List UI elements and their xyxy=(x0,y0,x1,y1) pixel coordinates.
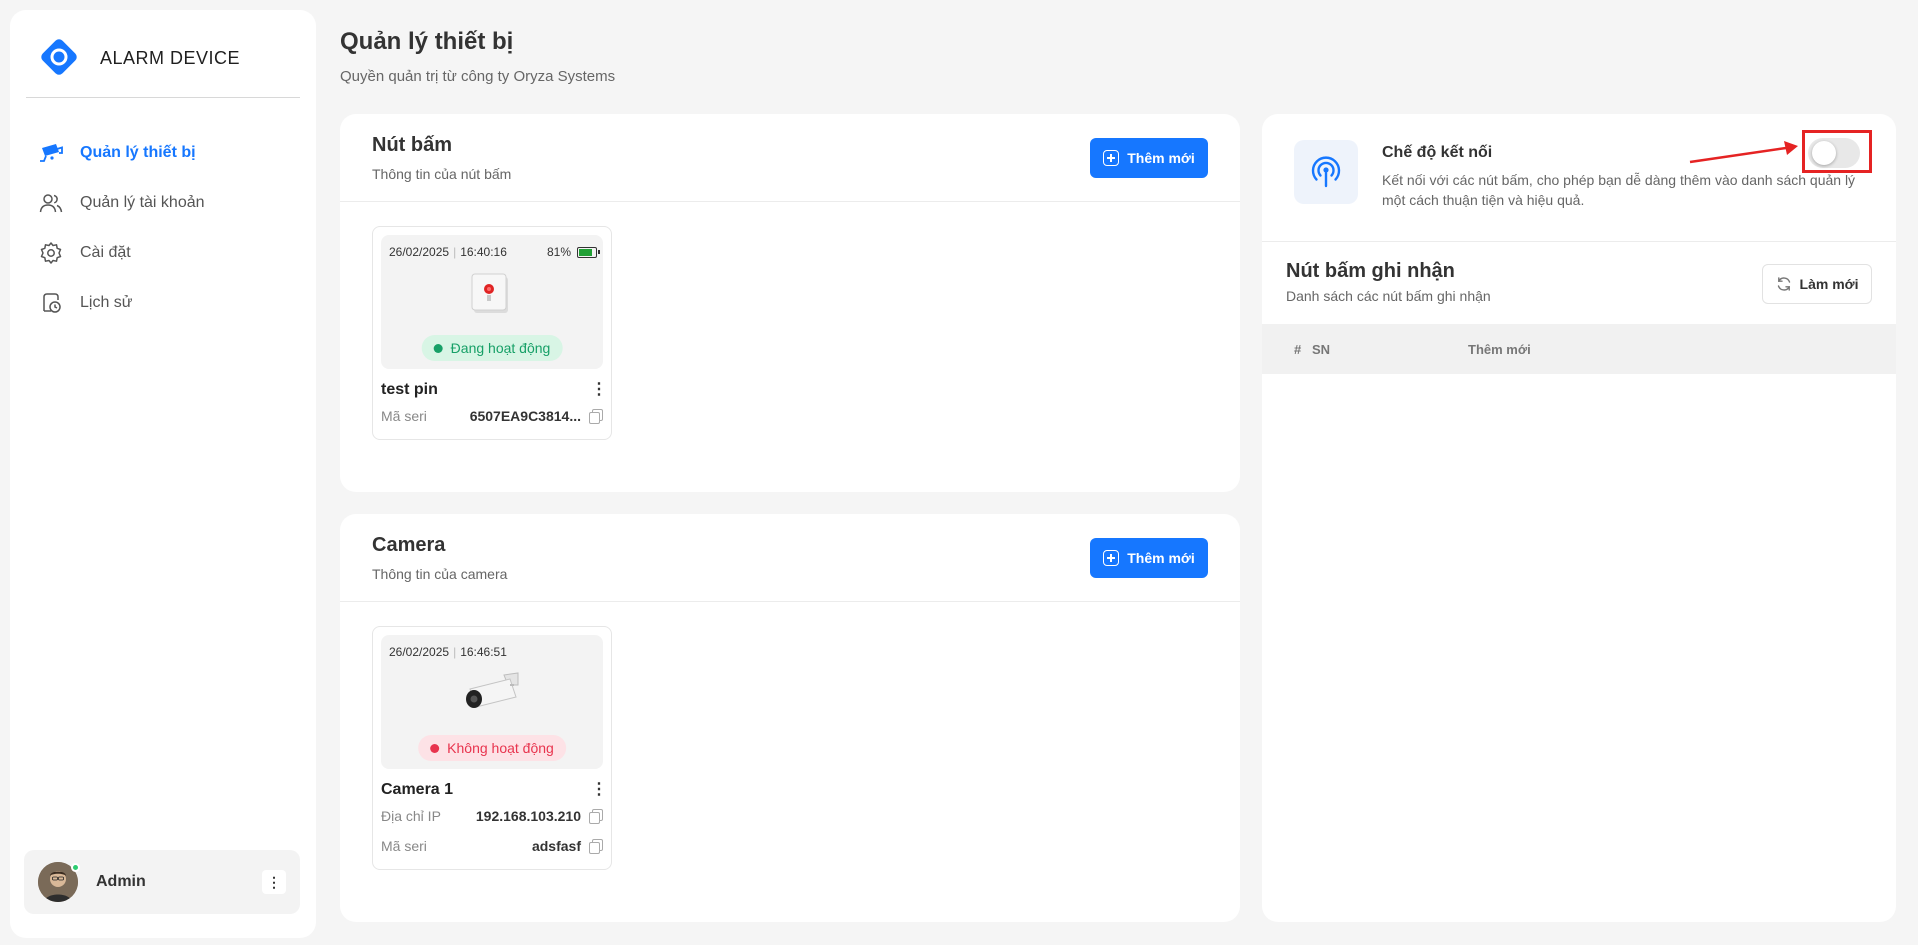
copy-icon[interactable] xyxy=(589,809,603,824)
refresh-button[interactable]: Làm mới xyxy=(1762,264,1872,304)
ip-value: 192.168.103.210 xyxy=(475,808,581,824)
device-time: 16:46:51 xyxy=(460,645,507,659)
buttons-card: Nút bấm Thông tin của nút bấm Thêm mới 2… xyxy=(340,114,1240,492)
online-status-dot xyxy=(71,863,80,872)
add-button-label: Thêm mới xyxy=(1127,150,1195,166)
copy-icon[interactable] xyxy=(589,409,603,424)
refresh-label: Làm mới xyxy=(1799,276,1859,292)
status-badge: Không hoạt động xyxy=(418,735,566,761)
device-name: Camera 1 xyxy=(381,781,454,798)
brand: ALARM DEVICE xyxy=(26,36,300,98)
status-dot xyxy=(430,743,440,753)
status-label: Không hoạt động xyxy=(447,740,554,756)
sidebar-item-label: Quản lý thiết bị xyxy=(80,144,196,161)
add-camera-button[interactable]: Thêm mới xyxy=(1090,538,1208,578)
button-device-card[interactable]: 26/02/2025 | 16:40:16 81% Đang hoạt động t… xyxy=(372,226,612,440)
sidebar-item-device-management[interactable]: Quản lý thiết bị xyxy=(38,128,300,178)
panic-button-image xyxy=(471,273,508,313)
plus-square-icon xyxy=(1103,150,1120,166)
sidebar-nav: Quản lý thiết bị Quản lý tài khoản Cài đ… xyxy=(38,128,300,328)
serial-label: Mã seri xyxy=(381,408,427,424)
recorded-buttons-title: Nút bấm ghi nhận xyxy=(1286,260,1455,282)
device-menu-button[interactable]: ⋮ xyxy=(591,782,607,798)
sidebar: ALARM DEVICE Quản lý thiết bị Quản lý tà… xyxy=(10,10,316,938)
toggle-highlight-annotation xyxy=(1802,130,1872,173)
broadcast-icon xyxy=(1294,140,1358,204)
gear-icon xyxy=(38,240,64,266)
device-time: 16:40:16 xyxy=(460,245,507,259)
user-menu-button[interactable]: ⋮ xyxy=(262,870,286,894)
battery-level xyxy=(579,248,592,256)
recorded-table-header: # SN Thêm mới xyxy=(1262,324,1896,374)
buttons-card-header: Nút bấm Thông tin của nút bấm Thêm mới xyxy=(340,114,1240,202)
sidebar-item-account-management[interactable]: Quản lý tài khoản xyxy=(38,178,300,228)
status-badge: Đang hoạt động xyxy=(421,335,563,361)
page-subtitle: Quyền quản trị từ công ty Oryza Systems xyxy=(340,68,616,85)
page-title: Quản lý thiết bị xyxy=(340,28,514,55)
serial-value: 6507EA9C3814... xyxy=(469,408,581,424)
camera-card-header: Camera Thông tin của camera Thêm mới xyxy=(340,514,1240,602)
battery-percent: 81% xyxy=(546,245,571,259)
serial-label: Mã seri xyxy=(381,838,427,854)
camera-card-subtitle: Thông tin của camera xyxy=(372,566,508,582)
status-label: Đang hoạt động xyxy=(450,340,551,356)
history-icon xyxy=(38,290,64,316)
add-button-button[interactable]: Thêm mới xyxy=(1090,138,1208,178)
user-profile[interactable]: Admin ⋮ xyxy=(24,850,300,914)
device-name: test pin xyxy=(381,381,438,398)
camera-device-card[interactable]: 26/02/2025 | 16:46:51 Không hoạt động Came… xyxy=(372,626,612,870)
user-name: Admin xyxy=(96,873,146,890)
device-date: 26/02/2025 xyxy=(389,645,450,659)
ip-label: Địa chỉ IP xyxy=(381,808,441,824)
battery-icon xyxy=(577,246,600,258)
recorded-buttons-subtitle: Danh sách các nút bấm ghi nhận xyxy=(1286,288,1491,304)
serial-row: Mã seri 6507EA9C3814... xyxy=(381,401,603,431)
connection-panel: Chế độ kết nối Kết nối với các nút bấm, … xyxy=(1262,114,1896,922)
device-preview: 26/02/2025 | 16:46:51 Không hoạt động xyxy=(381,635,603,769)
brand-name: ALARM DEVICE xyxy=(100,48,241,68)
plus-square-icon xyxy=(1103,550,1120,566)
copy-icon[interactable] xyxy=(589,839,603,854)
device-timestamp: 26/02/2025 | 16:46:51 xyxy=(389,645,507,659)
device-preview: 26/02/2025 | 16:40:16 81% Đang hoạt động xyxy=(381,235,603,369)
buttons-card-title: Nút bấm xyxy=(372,134,452,156)
connection-mode-title: Chế độ kết nối xyxy=(1382,144,1493,161)
sidebar-item-label: Lịch sử xyxy=(80,294,133,311)
add-camera-label: Thêm mới xyxy=(1127,550,1195,566)
serial-value: adsfasf xyxy=(531,838,581,854)
alarm-device-logo-icon xyxy=(41,39,77,75)
cctv-camera-icon xyxy=(38,140,64,166)
connection-mode-header: Chế độ kết nối Kết nối với các nút bấm, … xyxy=(1262,114,1896,242)
column-header-index: # xyxy=(1294,341,1302,357)
sidebar-item-history[interactable]: Lịch sử xyxy=(38,278,300,328)
ip-row: Địa chỉ IP 192.168.103.210 xyxy=(381,801,603,831)
camera-image xyxy=(466,672,519,708)
device-timestamp: 26/02/2025 | 16:40:16 xyxy=(389,245,507,259)
connection-mode-description: Kết nối với các nút bấm, cho phép bạn dễ… xyxy=(1382,172,1856,208)
device-name-row: Camera 1 ⋮ xyxy=(381,779,607,801)
column-header-sn: SN xyxy=(1312,341,1331,357)
serial-row: Mã seri adsfasf xyxy=(381,831,603,861)
column-header-added: Thêm mới xyxy=(1468,341,1531,357)
camera-card-title: Camera xyxy=(372,534,446,556)
buttons-card-subtitle: Thông tin của nút bấm xyxy=(372,166,512,182)
users-icon xyxy=(38,190,64,216)
camera-card: Camera Thông tin của camera Thêm mới 26/… xyxy=(340,514,1240,922)
sidebar-item-label: Cài đặt xyxy=(80,244,131,261)
status-dot xyxy=(433,343,443,353)
annotation-arrow xyxy=(1689,141,1798,164)
device-name-row: test pin ⋮ xyxy=(381,379,607,401)
sidebar-item-label: Quản lý tài khoản xyxy=(80,194,205,211)
device-date: 26/02/2025 xyxy=(389,245,450,259)
sidebar-item-settings[interactable]: Cài đặt xyxy=(38,228,300,278)
device-menu-button[interactable]: ⋮ xyxy=(591,382,607,398)
refresh-icon xyxy=(1777,277,1790,291)
battery-indicator: 81% xyxy=(546,245,600,259)
